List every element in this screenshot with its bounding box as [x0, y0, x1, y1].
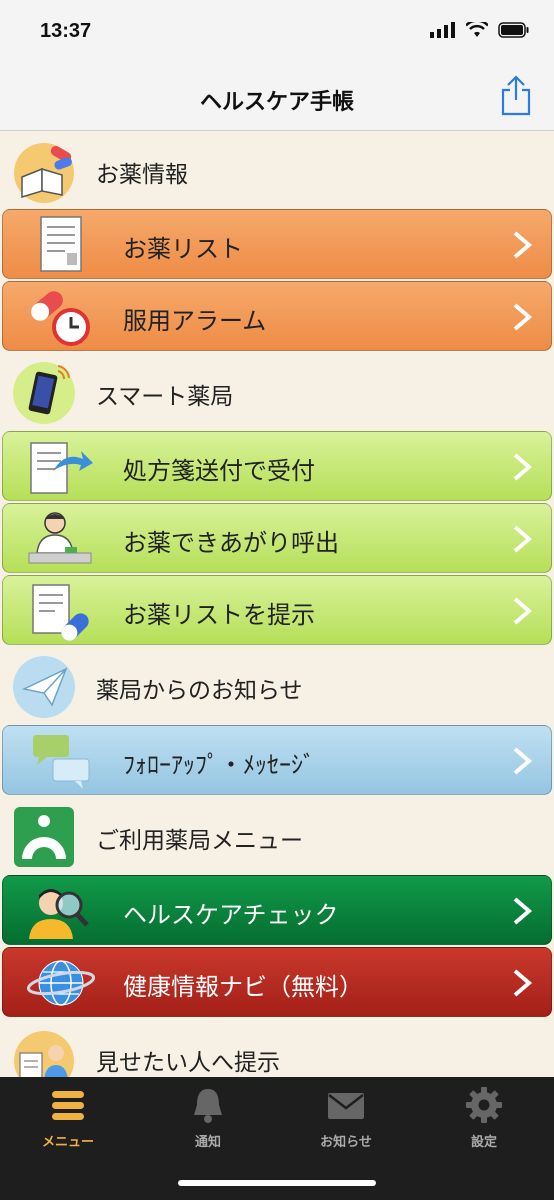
menu-list: お薬情報 お薬リスト 服用アラーム スマート薬局 処方箋送付で受付 お薬できあが… [0, 131, 554, 1077]
health-info-navi-button[interactable]: 健康情報ナビ（無料） [2, 947, 552, 1017]
follow-up-message-button[interactable]: ﾌｫﾛｰｱｯﾌﾟ・ﾒｯｾｰｼﾞ [2, 725, 552, 795]
battery-icon [498, 22, 529, 38]
gear-icon [466, 1087, 502, 1123]
show-person-icon [14, 1031, 74, 1077]
pill-clock-icon [31, 291, 90, 346]
row-label: ヘルスケアチェック [123, 901, 339, 929]
pharmacy-logo-icon [14, 807, 74, 867]
section-title: 薬局からのお知らせ [96, 678, 303, 704]
tab-settings[interactable]: 設定 [434, 1085, 534, 1150]
tab-label: お知らせ [320, 1135, 372, 1150]
chevron-right-icon [513, 897, 533, 925]
section-pharmacy-news: 薬局からのお知らせ [0, 647, 554, 723]
row-label: お薬できあがり呼出 [123, 529, 339, 557]
chevron-right-icon [513, 303, 533, 331]
section-smart-pharmacy: スマート薬局 [0, 353, 554, 429]
row-label: 服用アラーム [123, 307, 267, 335]
row-label: 健康情報ナビ（無料） [123, 973, 363, 1001]
healthcare-check-button[interactable]: ヘルスケアチェック [2, 875, 552, 945]
section-medicine-info: お薬情報 [0, 131, 554, 207]
chevron-right-icon [513, 453, 533, 481]
document-pill-icon [32, 584, 89, 641]
tab-label: 設定 [470, 1135, 497, 1150]
share-button[interactable] [500, 74, 532, 120]
row-label: 処方箋送付で受付 [123, 457, 315, 485]
tab-label: メニュー [41, 1135, 94, 1150]
tab-menu[interactable]: メニュー [18, 1085, 118, 1150]
medicine-book-icon [14, 143, 74, 203]
pharmacist-icon [28, 512, 92, 564]
chevron-right-icon [513, 747, 533, 775]
prescription-send-icon [30, 442, 93, 494]
globe-icon [26, 960, 95, 1006]
signal-icon [430, 22, 455, 38]
section-show-to-person: 見せたい人へ提示 [0, 1019, 554, 1077]
chat-bubbles-icon [33, 735, 90, 789]
row-label: お薬リストを提示 [123, 601, 315, 629]
row-label: お薬リスト [123, 235, 243, 263]
tab-news[interactable]: お知らせ [296, 1085, 396, 1150]
paper-plane-icon [13, 656, 75, 718]
section-title: お薬情報 [96, 162, 188, 188]
magnifier-person-icon [29, 889, 89, 939]
chevron-right-icon [513, 597, 533, 625]
tab-label: 通知 [194, 1135, 221, 1150]
document-icon [40, 216, 82, 272]
smartphone-icon [13, 362, 75, 424]
section-title: ご利用薬局メニュー [96, 828, 303, 854]
chevron-right-icon [513, 525, 533, 553]
bell-icon [194, 1089, 222, 1123]
section-title: スマート薬局 [96, 384, 234, 410]
menu-icon [52, 1091, 84, 1120]
share-icon [501, 75, 531, 116]
page-title: ヘルスケア手帳 [199, 90, 354, 115]
section-title: 見せたい人へ提示 [96, 1050, 280, 1076]
medicine-ready-call-button[interactable]: お薬できあがり呼出 [2, 503, 552, 573]
status-bar: 13:37 [0, 0, 554, 62]
mail-icon [328, 1093, 364, 1119]
home-indicator [178, 1180, 376, 1186]
medicine-list-button[interactable]: お薬リスト [2, 209, 552, 279]
navigation-bar: ヘルスケア手帳 [0, 62, 554, 131]
chevron-right-icon [513, 231, 533, 259]
prescription-send-button[interactable]: 処方箋送付で受付 [2, 431, 552, 501]
show-medicine-list-button[interactable]: お薬リストを提示 [2, 575, 552, 645]
wifi-icon [466, 22, 488, 37]
status-icons [430, 22, 530, 38]
status-time: 13:37 [40, 20, 92, 42]
tab-notifications[interactable]: 通知 [158, 1085, 258, 1150]
chevron-right-icon [513, 969, 533, 997]
section-pharmacy-menu: ご利用薬局メニュー [0, 797, 554, 873]
row-label: ﾌｫﾛｰｱｯﾌﾟ・ﾒｯｾｰｼﾞ [123, 751, 315, 779]
dose-alarm-button[interactable]: 服用アラーム [2, 281, 552, 351]
